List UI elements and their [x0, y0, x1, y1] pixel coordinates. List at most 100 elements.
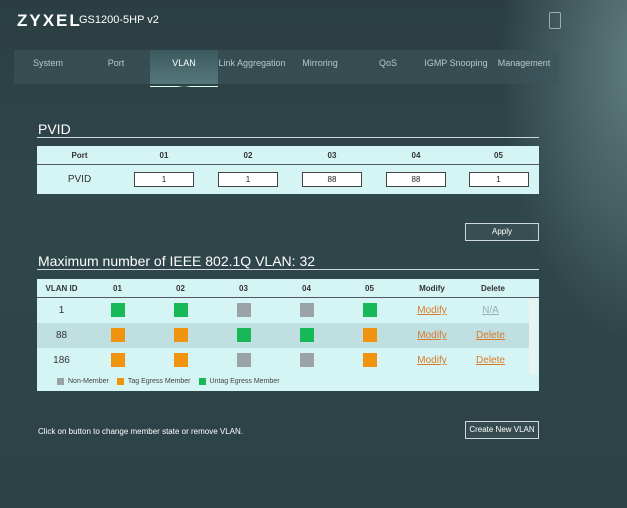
port-member-toggle-untag[interactable]	[362, 302, 377, 317]
port-member-toggle-tag[interactable]	[362, 352, 377, 367]
port-member-toggle-untag[interactable]	[236, 327, 251, 342]
port-cell	[275, 352, 338, 369]
port-member-toggle-tag[interactable]	[362, 327, 377, 342]
modify-link[interactable]: Modify	[417, 355, 446, 366]
vlan-id: 88	[55, 330, 68, 341]
vlan-title: Maximum number of IEEE 802.1Q VLAN: 32	[38, 253, 316, 269]
legend-item: Tag Egress Member	[116, 378, 191, 385]
port-cell	[149, 327, 212, 344]
vlan-col-header: 01	[113, 283, 122, 293]
port-member-toggle-non[interactable]	[299, 352, 314, 367]
model-name: GS1200-5HP v2	[79, 14, 159, 26]
port-member-toggle-non[interactable]	[299, 302, 314, 317]
tab-mirroring[interactable]: Mirroring	[286, 50, 354, 84]
pvid-col-header: 04	[411, 150, 421, 160]
pvid-col-header: 02	[243, 150, 253, 160]
legend-swatch-tag	[116, 378, 124, 385]
pvid-row-label: PVID	[67, 174, 92, 185]
tab-system[interactable]: System	[14, 50, 82, 84]
table-row: 186 Modify Delete	[37, 348, 529, 373]
tab-management[interactable]: Management	[490, 50, 558, 84]
port-member-toggle-tag[interactable]	[173, 327, 188, 342]
port-member-toggle-non[interactable]	[236, 352, 251, 367]
delete-link[interactable]: Delete	[476, 330, 505, 341]
pvid-table: Port 01 02 03 04 05 PVID	[37, 146, 539, 194]
vlan-col-header: 02	[176, 283, 185, 293]
pvid-title: PVID	[38, 121, 71, 137]
table-row: 88 Modify Delete	[37, 323, 529, 348]
tab-qos[interactable]: QoS	[354, 50, 422, 84]
vlan-col-header: 05	[365, 283, 374, 293]
port-cell	[338, 327, 401, 344]
port-cell	[86, 352, 149, 369]
legend-swatch-untag	[198, 378, 206, 385]
create-vlan-button[interactable]: Create New VLAN	[465, 421, 539, 439]
delete-link: N/A	[482, 305, 499, 316]
zyxel-logo: ZYXEL	[17, 11, 82, 30]
legend-label: Tag Egress Member	[127, 378, 191, 385]
vlan-id: 1	[58, 305, 65, 316]
port-member-toggle-tag[interactable]	[110, 352, 125, 367]
main-nav: System Port VLAN Link Aggregation Mirroring Q…	[14, 50, 559, 84]
modify-link[interactable]: Modify	[417, 305, 446, 316]
vlan-col-header: VLAN ID	[45, 283, 78, 293]
pvid-input-port-3[interactable]	[302, 172, 362, 187]
vlan-col-header: 04	[302, 283, 311, 293]
port-member-toggle-non[interactable]	[236, 302, 251, 317]
delete-link[interactable]: Delete	[476, 355, 505, 366]
port-member-toggle-untag[interactable]	[299, 327, 314, 342]
port-cell	[338, 302, 401, 319]
port-cell	[86, 302, 149, 319]
port-member-toggle-tag[interactable]	[110, 327, 125, 342]
pvid-col-header: 03	[327, 150, 337, 160]
port-member-toggle-tag[interactable]	[173, 352, 188, 367]
legend-label: Non-Member	[68, 378, 109, 385]
port-member-toggle-untag[interactable]	[173, 302, 188, 317]
legend-swatch-non	[57, 378, 64, 385]
delete-cell: N/A	[463, 305, 518, 316]
hint-text: Click on button to change member state o…	[38, 427, 243, 436]
modify-cell: Modify	[401, 305, 463, 316]
port-cell	[212, 352, 275, 369]
port-cell	[86, 327, 149, 344]
delete-cell: Delete	[463, 330, 518, 341]
divider	[37, 269, 539, 270]
delete-cell: Delete	[463, 355, 518, 366]
tab-link-aggregation[interactable]: Link Aggregation	[218, 50, 286, 84]
port-cell	[275, 302, 338, 319]
pvid-cell	[206, 172, 290, 187]
port-cell	[275, 327, 338, 344]
pvid-input-port-1[interactable]	[134, 172, 194, 187]
port-cell	[212, 302, 275, 319]
port-member-toggle-untag[interactable]	[110, 302, 125, 317]
pvid-col-header: Port	[71, 150, 88, 160]
pvid-col-header: 05	[494, 150, 503, 160]
vlan-col-header: Modify	[419, 283, 445, 293]
tab-port[interactable]: Port	[82, 50, 150, 84]
pvid-input-port-5[interactable]	[468, 172, 529, 187]
vlan-table: VLAN ID 01 02 03 04 05 Modify Delete 1 Modify N/A…	[37, 279, 539, 391]
vlan-id: 186	[53, 355, 70, 366]
port-cell	[212, 327, 275, 344]
pvid-input-port-2[interactable]	[218, 172, 278, 187]
vlan-col-header: 03	[239, 283, 248, 293]
modify-cell: Modify	[401, 330, 463, 341]
pvid-input-port-4[interactable]	[386, 172, 446, 187]
logout-icon[interactable]	[549, 12, 561, 29]
tab-igmp-snooping[interactable]: IGMP Snooping	[422, 50, 490, 84]
scrollbar[interactable]	[529, 299, 537, 374]
modify-link[interactable]: Modify	[417, 330, 446, 341]
tab-vlan[interactable]: VLAN	[150, 50, 218, 84]
table-row: 1 Modify N/A	[37, 298, 529, 323]
vlan-col-header: Delete	[480, 283, 505, 293]
apply-button[interactable]: Apply	[465, 223, 539, 241]
pvid-col-header: 01	[159, 150, 169, 160]
port-cell	[149, 352, 212, 369]
legend-item: Non-Member	[57, 378, 109, 385]
pvid-cell	[122, 172, 206, 187]
port-cell	[338, 352, 401, 369]
legend-label: Untag Egress Member	[209, 378, 280, 385]
divider	[37, 137, 539, 138]
pvid-cell	[374, 172, 458, 187]
pvid-cell	[458, 172, 539, 187]
